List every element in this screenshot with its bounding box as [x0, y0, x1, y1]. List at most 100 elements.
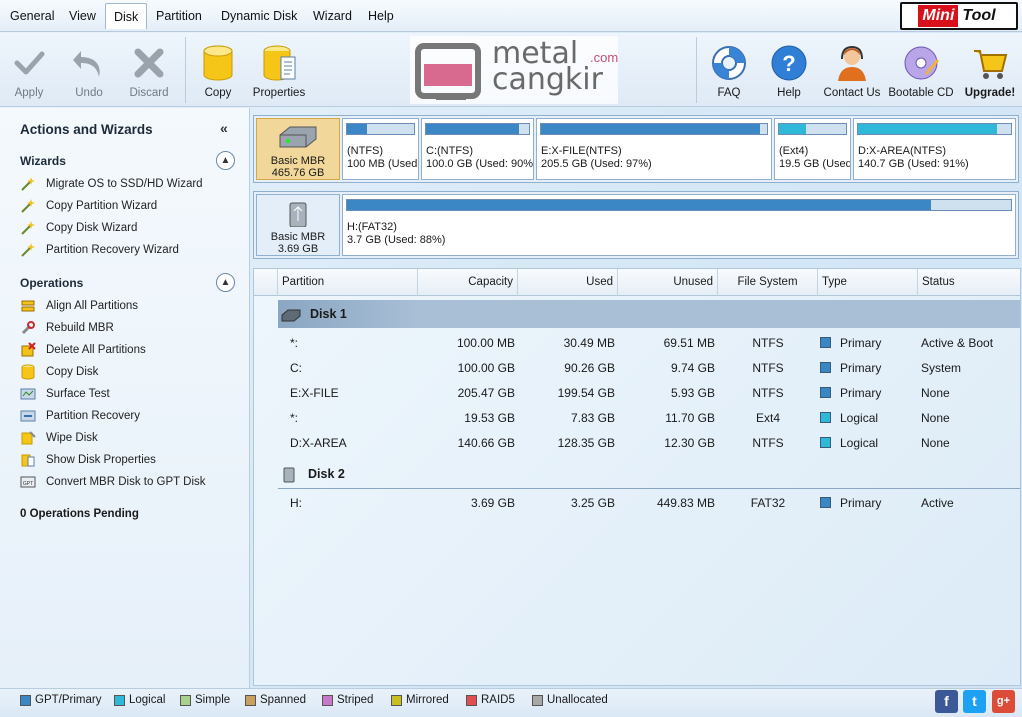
disk2-group-row[interactable]: Disk 2 [278, 460, 345, 488]
delete-icon [21, 342, 36, 357]
contact-us-button[interactable]: Contact Us [822, 33, 882, 107]
discard-button[interactable]: Discard [128, 33, 170, 107]
header-unused[interactable]: Unused [618, 269, 718, 296]
type-color-swatch [820, 387, 831, 398]
disk1-type: Basic MBR [270, 155, 326, 167]
table-row[interactable]: *: 100.00 MB 30.49 MB 69.51 MB NTFS Primary Ac… [254, 331, 1020, 356]
hard-disk-icon [279, 126, 317, 148]
op-rebuild-mbr[interactable]: Rebuild MBR [20, 319, 114, 337]
op-wipe-disk[interactable]: Wipe Disk [20, 429, 98, 447]
table-row[interactable]: *: 19.53 GB 7.83 GB 11.70 GB Ext4 Logical None [254, 406, 1020, 431]
cell-type: Primary [820, 356, 918, 381]
menu-wizard[interactable]: Wizard [305, 3, 360, 29]
cell-fs: Ext4 [755, 411, 780, 425]
table-row[interactable]: E:X-FILE 205.47 GB 199.54 GB 5.93 GB NTFS Pri… [254, 381, 1020, 406]
disk2-label[interactable]: Basic MBR 3.69 GB [256, 194, 340, 256]
facebook-icon[interactable]: f [935, 690, 958, 713]
apply-button[interactable]: Apply [8, 33, 50, 107]
disk2-map[interactable]: Basic MBR 3.69 GB H:(FAT32) 3.7 GB (Used:… [253, 191, 1019, 259]
cell-status: Active & Boot [921, 336, 994, 350]
header-capacity[interactable]: Capacity [418, 269, 518, 296]
upgrade-button[interactable]: Upgrade! [962, 33, 1018, 107]
help-button[interactable]: ? Help [768, 33, 810, 107]
menu-partition[interactable]: Partition [148, 3, 210, 29]
wizard-copy-partition[interactable]: Copy Partition Wizard [20, 197, 157, 215]
partition-block[interactable]: H:(FAT32) 3.7 GB (Used: 88%) [342, 194, 1016, 256]
undo-button[interactable]: Undo [68, 33, 110, 107]
usage-bar [425, 123, 530, 135]
logo-mini-text: Mini [918, 5, 959, 27]
toolbar-separator [696, 37, 697, 103]
google-plus-icon[interactable]: g+ [992, 690, 1015, 713]
wizard-label: Migrate OS to SSD/HD Wizard [46, 178, 203, 190]
wizard-wand-icon [21, 243, 35, 257]
table-row[interactable]: H: 3.69 GB 3.25 GB 449.83 MB FAT32 Primary Act… [254, 491, 1020, 516]
collapse-panel-icon[interactable]: « [220, 120, 228, 136]
op-show-disk-properties[interactable]: Show Disk Properties [20, 451, 156, 469]
wizard-copy-disk[interactable]: Copy Disk Wizard [20, 219, 137, 237]
help-question-icon: ? [771, 45, 807, 81]
legend-item: Logical [114, 694, 165, 706]
op-surface-test[interactable]: Surface Test [20, 385, 110, 403]
op-convert-mbr-to-gpt[interactable]: GPT Convert MBR Disk to GPT Disk [20, 473, 206, 491]
operations-pending: 0 Operations Pending [20, 508, 139, 520]
table-row[interactable]: D:X-AREA 140.66 GB 128.35 GB 12.30 GB NTFS Lo… [254, 431, 1020, 456]
type-color-swatch [820, 437, 831, 448]
partition-table: Partition Capacity Used Unused File Syst… [253, 268, 1021, 686]
properties-button[interactable]: Properties [252, 33, 306, 107]
disk1-map[interactable]: Basic MBR 465.76 GB (NTFS) 100 MB (Used: … [253, 115, 1019, 183]
wizard-migrate-os[interactable]: Migrate OS to SSD/HD Wizard [20, 175, 203, 193]
header-spacer [254, 269, 278, 296]
header-type[interactable]: Type [818, 269, 918, 296]
disk1-label[interactable]: Basic MBR 465.76 GB [256, 118, 340, 180]
table-row[interactable]: C: 100.00 GB 90.26 GB 9.74 GB NTFS Primary Sys… [254, 356, 1020, 381]
partition-name: (Ext4) [779, 145, 809, 157]
partition-block[interactable]: D:X-AREA(NTFS) 140.7 GB (Used: 91%) [853, 118, 1016, 180]
faq-button[interactable]: FAQ [708, 33, 750, 107]
op-delete-all-partitions[interactable]: Delete All Partitions [20, 341, 146, 359]
op-copy-disk[interactable]: Copy Disk [20, 363, 98, 381]
cell-partition: H: [290, 496, 302, 510]
menu-general[interactable]: General [2, 3, 62, 29]
legend-item: Simple [180, 694, 230, 706]
operations-heading: Operations [20, 276, 84, 290]
faq-label: FAQ [717, 87, 741, 99]
header-used[interactable]: Used [518, 269, 618, 296]
legend-label: RAID5 [481, 694, 515, 706]
partition-block[interactable]: C:(NTFS) 100.0 GB (Used: 90% [421, 118, 534, 180]
type-label: Primary [840, 336, 882, 350]
cell-used: 7.83 GB [570, 411, 615, 425]
header-file-system[interactable]: File System [718, 269, 818, 296]
cell-fs: NTFS [752, 361, 784, 375]
wizard-wand-icon [21, 177, 35, 191]
copy-button[interactable]: Copy [198, 33, 238, 107]
cell-partition: *: [290, 336, 299, 350]
header-partition[interactable]: Partition [278, 269, 418, 296]
bootable-cd-button[interactable]: Bootable CD [888, 33, 954, 107]
partition-block[interactable]: (NTFS) 100 MB (Used: [342, 118, 419, 180]
menu-help[interactable]: Help [360, 3, 402, 29]
usage-bar [540, 123, 768, 135]
operations-collapse-toggle[interactable]: ▲ [216, 273, 235, 292]
partition-block[interactable]: E:X-FILE(NTFS) 205.5 GB (Used: 97%) [536, 118, 772, 180]
menu-view[interactable]: View [61, 3, 104, 29]
disk2-type: Basic MBR [270, 231, 326, 243]
svg-text:?: ? [782, 51, 795, 76]
menu-dynamic-disk[interactable]: Dynamic Disk [213, 3, 305, 29]
disk1-group-row[interactable]: Disk 1 [278, 300, 420, 328]
twitter-icon[interactable]: t [963, 690, 986, 713]
align-icon [21, 300, 35, 312]
usage-bar [778, 123, 847, 135]
wizard-partition-recovery[interactable]: Partition Recovery Wizard [20, 241, 179, 259]
op-partition-recovery[interactable]: Partition Recovery [20, 407, 140, 425]
menu-disk[interactable]: Disk [105, 3, 148, 29]
disk1-group-label: Disk 1 [310, 307, 347, 321]
partition-detail: 205.5 GB (Used: 97%) [541, 158, 652, 170]
operation-label: Rebuild MBR [46, 322, 114, 334]
wizards-collapse-toggle[interactable]: ▲ [216, 151, 235, 170]
partition-name: D:X-AREA(NTFS) [858, 145, 946, 157]
cell-capacity: 100.00 MB [456, 336, 515, 350]
partition-block[interactable]: (Ext4) 19.5 GB (Used [774, 118, 851, 180]
op-align-all-partitions[interactable]: Align All Partitions [20, 297, 138, 315]
header-status[interactable]: Status [918, 269, 1020, 296]
